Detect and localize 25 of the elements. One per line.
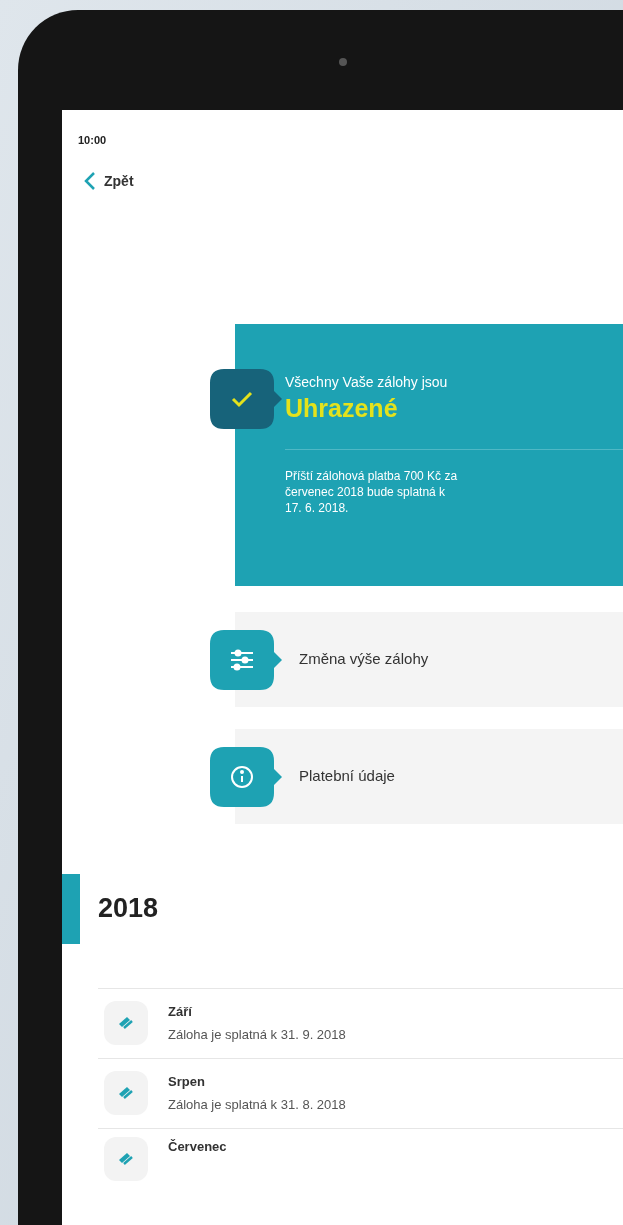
info-icon [230, 764, 254, 789]
status-note: Příští zálohová platba 700 Kč za červenec 2018 bude splatná k 17. 6. 2018. [285, 467, 459, 516]
action-badge [210, 629, 282, 690]
payment-row[interactable]: Září Záloha je splatná k 31. 9. 2018 [98, 987, 623, 1058]
status-value: Uhrazené [285, 392, 398, 424]
camera-icon [339, 58, 347, 66]
payment-due: Záloha je splatná k 31. 8. 2018 [168, 1096, 346, 1114]
back-link[interactable]: Zpět [84, 170, 134, 192]
action-badge [210, 746, 282, 807]
payment-month: Srpen [168, 1072, 205, 1091]
payment-month: Červenec [168, 1137, 227, 1156]
status-intro: Všechny Vaše zálohy jsou [285, 372, 448, 392]
sliders-icon [229, 648, 255, 671]
action-row[interactable]: Platební údaje [235, 728, 623, 824]
year-marker [62, 873, 80, 944]
payment-row[interactable]: Srpen Záloha je splatná k 31. 8. 2018 [98, 1057, 623, 1128]
payment-month: Září [168, 1002, 192, 1021]
year-heading: 2018 [98, 892, 159, 926]
status-time: 10:00 [78, 133, 107, 148]
action-row[interactable]: Změna výše zálohy [235, 611, 623, 707]
check-icon [230, 389, 254, 408]
payment-row[interactable]: Červenec [98, 1127, 623, 1178]
payment-due: Záloha je splatná k 31. 9. 2018 [168, 1026, 346, 1044]
chevron-left-icon [84, 171, 96, 191]
status-badge [210, 368, 282, 429]
